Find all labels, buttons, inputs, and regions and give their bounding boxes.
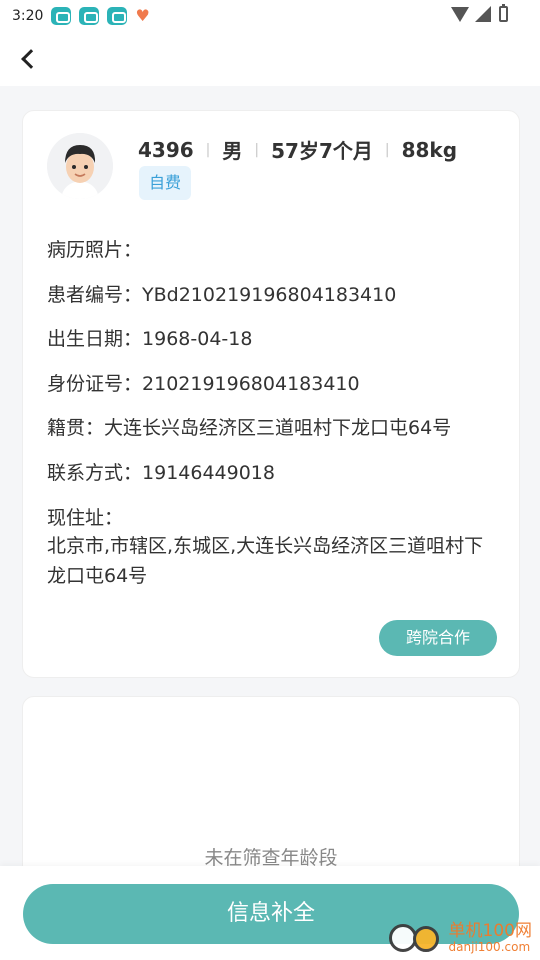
divider: | (205, 141, 211, 158)
contact-row: 联系方式：19146449018 (47, 458, 275, 485)
bottom-action-bar: 信息补全 单机100网 danji100.com (0, 866, 540, 960)
patient-weight: 88kg (401, 137, 458, 162)
watermark-logo-icon (388, 920, 445, 956)
id-number-label: 身份证号： (47, 373, 143, 395)
watermark-url: danji100.com (448, 939, 531, 954)
patient-name: 4396 (138, 137, 194, 162)
divider: | (384, 141, 390, 158)
patient-number-label: 患者编号： (47, 284, 143, 306)
payment-badge: 自费 (139, 166, 192, 200)
status-indicators (451, 4, 508, 22)
app-notification-icon (51, 7, 72, 25)
patient-age: 57岁7个月 (271, 139, 373, 163)
back-chevron-icon[interactable] (21, 49, 41, 69)
native-place-value: 大连长兴岛经济区三道咀村下龙口屯64号 (104, 417, 452, 439)
id-number-value: 210219196804183410 (142, 373, 360, 395)
address-value: 北京市,市辖区,东城区,大连长兴岛经济区三道咀村下龙口屯64号 (47, 535, 484, 587)
medical-photos-label: 病历照片： (47, 239, 143, 261)
birth-date-row: 出生日期：1968-04-18 (47, 324, 252, 351)
app-notification-icon (79, 7, 100, 25)
address-label: 现住址： (47, 507, 124, 529)
divider: | (254, 141, 260, 158)
status-bar: 3:20 ♥ (0, 0, 540, 32)
native-place-row: 籍贯：大连长兴岛经济区三道咀村下龙口屯64号 (47, 413, 451, 440)
birth-date-label: 出生日期： (47, 328, 143, 350)
heart-icon: ♥ (135, 6, 150, 25)
patient-number-row: 患者编号：YBd210219196804183410 (47, 280, 396, 307)
contact-value[interactable]: 19146449018 (142, 462, 275, 484)
patient-number-value: YBd210219196804183410 (142, 284, 397, 306)
birth-date-value: 1968-04-18 (142, 328, 253, 350)
header (0, 32, 540, 86)
medical-photos-row[interactable]: 病历照片： (47, 235, 142, 262)
wifi-icon (451, 6, 469, 22)
battery-icon (499, 4, 508, 22)
patient-card: 4396 | 男 | 57岁7个月 | 88kg 自费 病历照片： 患者编号：Y… (22, 110, 520, 678)
cross-hospital-coop-button[interactable]: 跨院合作 (379, 620, 497, 656)
signal-icon (475, 6, 491, 22)
id-number-row: 身份证号：210219196804183410 (47, 369, 360, 396)
watermark-title: 单机100网 (448, 920, 532, 941)
watermark: 单机100网 danji100.com (388, 920, 532, 956)
status-time: 3:20 (12, 8, 44, 24)
native-place-label: 籍贯： (47, 417, 105, 439)
profile-summary: 4396 | 男 | 57岁7个月 | 88kg (138, 135, 457, 164)
contact-label: 联系方式： (47, 462, 143, 484)
patient-gender: 男 (222, 139, 243, 163)
app-notification-icon (107, 7, 128, 25)
address-row: 现住址： (47, 503, 123, 530)
avatar (47, 133, 113, 199)
